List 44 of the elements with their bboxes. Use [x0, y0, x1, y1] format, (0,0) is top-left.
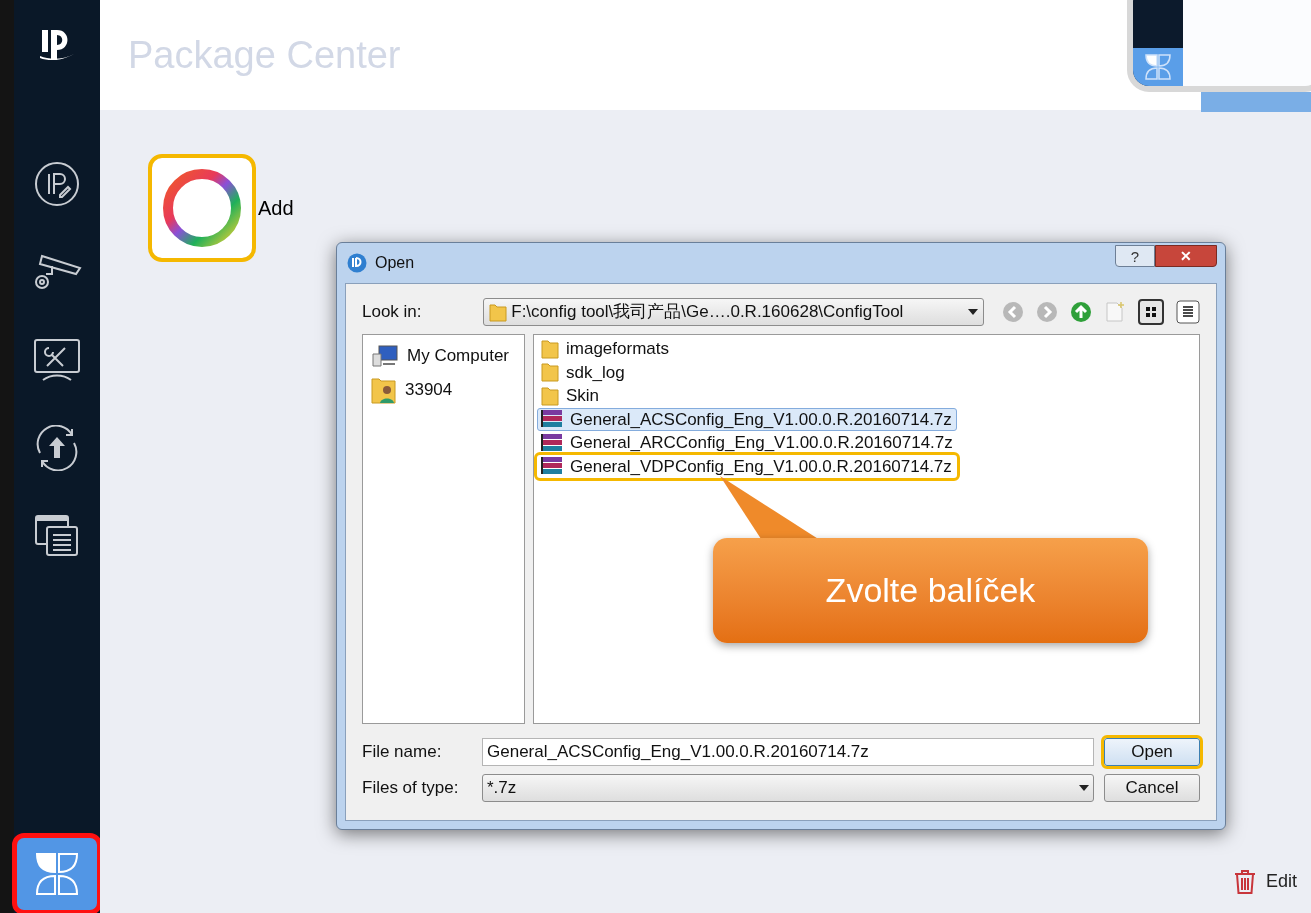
archive-icon	[540, 456, 564, 477]
app-logo-icon	[347, 253, 367, 273]
add-label: Add	[258, 196, 294, 221]
file-item[interactable]: sdk_log	[537, 360, 630, 384]
help-button[interactable]: ?	[1115, 245, 1155, 267]
camera-gear-icon	[32, 252, 82, 292]
open-button[interactable]: Open	[1104, 738, 1200, 766]
file-item[interactable]: General_VDPConfig_Eng_V1.00.0.R.20160714.7z	[537, 454, 957, 478]
windows-list-icon	[35, 515, 79, 557]
archive-icon	[540, 409, 564, 430]
look-in-label: Look in:	[362, 301, 423, 324]
folder-icon	[540, 385, 560, 406]
close-button[interactable]: ✕	[1155, 245, 1217, 267]
file-item[interactable]: General_ARCConfig_Eng_V1.00.0.R.20160714.7z	[537, 431, 958, 455]
file-item[interactable]: imageformats	[537, 337, 674, 361]
place-label[interactable]: My Computer	[407, 343, 510, 369]
file-name-field[interactable]: General_ACSConfig_Eng_V1.00.0.R.20160714.7z	[482, 738, 1094, 766]
file-item[interactable]: General_ACSConfig_Eng_V1.00.0.R.20160714.7z	[537, 407, 957, 431]
file-type-dropdown[interactable]: *.7z	[482, 774, 1094, 802]
caret-icon	[1079, 785, 1089, 791]
archive-icon	[540, 432, 564, 453]
edit-link[interactable]: Edit	[1265, 868, 1297, 895]
file-name-label: File name:	[362, 741, 443, 764]
file-type-label: Files of type:	[362, 777, 460, 800]
folder-icon	[540, 362, 560, 383]
cancel-button[interactable]: Cancel	[1104, 774, 1200, 802]
grid-view-icon[interactable]	[1138, 299, 1164, 325]
petals-icon	[35, 852, 79, 896]
trash-icon[interactable]	[1233, 868, 1256, 895]
colour-ring-icon	[162, 168, 242, 248]
upload-cycle-icon	[34, 425, 80, 471]
folder-icon	[489, 302, 508, 322]
list-view-icon[interactable]	[1176, 300, 1200, 324]
look-in-dropdown[interactable]: F:\config tool\我司产品\Ge….0.R.160628\ConfigTool	[483, 298, 984, 326]
petals-icon	[1145, 54, 1171, 80]
folder-icon	[540, 338, 560, 359]
file-item[interactable]: Skin	[537, 384, 605, 408]
monitor-tools-icon	[33, 338, 81, 382]
callout-bubble: Zvolte balíček	[713, 538, 1148, 643]
caret-icon	[968, 309, 978, 315]
computer-icon	[371, 343, 399, 368]
ip-pen-icon	[34, 161, 80, 207]
dialog-title: Open	[375, 253, 415, 273]
place-label[interactable]: 33904	[405, 376, 453, 403]
